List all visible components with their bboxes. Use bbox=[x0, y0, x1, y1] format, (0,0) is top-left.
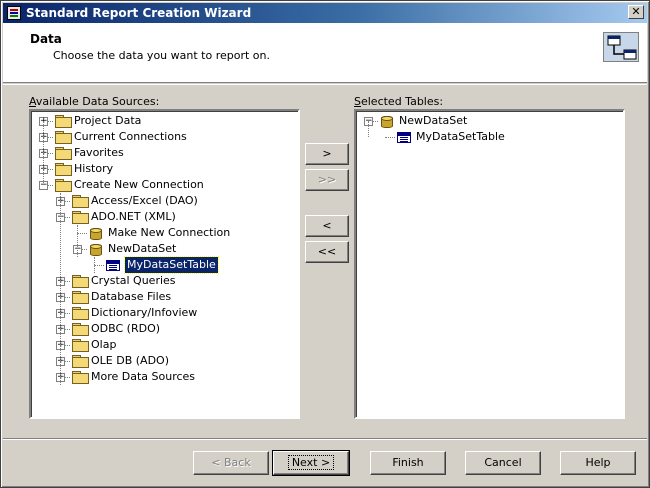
available-node[interactable]: + More Data Sources bbox=[31, 369, 298, 385]
help-button[interactable]: Help bbox=[560, 451, 636, 475]
database-icon bbox=[89, 242, 102, 256]
available-node-label: ADO.NET (XML) bbox=[91, 210, 176, 223]
available-node[interactable]: − Create New Connection bbox=[31, 177, 298, 193]
folder-icon bbox=[55, 131, 72, 144]
available-node[interactable]: + Current Connections bbox=[31, 129, 298, 145]
folder-icon bbox=[55, 115, 72, 128]
wizard-header: Data Choose the data you want to report … bbox=[3, 23, 647, 83]
header-divider bbox=[3, 84, 647, 85]
folder-icon bbox=[55, 179, 72, 192]
available-node[interactable]: − ADO.NET (XML) bbox=[31, 209, 298, 225]
available-data-sources-tree[interactable]: + Project Data + Current Connections + Favori… bbox=[29, 109, 300, 419]
remove-all-tables-button[interactable]: << bbox=[305, 241, 349, 263]
available-node[interactable]: + ODBC (RDO) bbox=[31, 321, 298, 337]
available-node-label: More Data Sources bbox=[91, 370, 196, 383]
available-node[interactable]: + Olap bbox=[31, 337, 298, 353]
folder-icon bbox=[55, 163, 72, 176]
available-node-label: MyDataSetTable bbox=[124, 256, 219, 274]
available-node-label: Project Data bbox=[74, 114, 142, 127]
database-icon bbox=[89, 226, 102, 240]
folder-icon bbox=[72, 339, 89, 352]
page-subtitle: Choose the data you want to report on. bbox=[53, 49, 270, 62]
tree-connector bbox=[94, 265, 104, 266]
cancel-button[interactable]: Cancel bbox=[465, 451, 541, 475]
available-node[interactable]: Make New Connection bbox=[31, 225, 298, 241]
page-title: Data bbox=[30, 32, 62, 46]
available-node[interactable]: + Dictionary/Infoview bbox=[31, 305, 298, 321]
available-node[interactable]: MyDataSetTable bbox=[31, 256, 298, 274]
back-button[interactable]: < Back bbox=[193, 451, 269, 475]
tree-guide-line bbox=[60, 193, 61, 385]
folder-icon bbox=[72, 323, 89, 336]
title-bar: Standard Report Creation Wizard ✕ bbox=[3, 3, 647, 23]
available-node-label: Make New Connection bbox=[108, 226, 231, 239]
available-node-label: Current Connections bbox=[74, 130, 187, 143]
available-node-label: Create New Connection bbox=[74, 178, 204, 191]
tree-guide-line bbox=[368, 121, 369, 137]
tree-guide-line bbox=[94, 257, 95, 273]
available-node[interactable]: + OLE DB (ADO) bbox=[31, 353, 298, 369]
available-node[interactable]: − NewDataSet bbox=[31, 241, 298, 257]
tree-guide-line bbox=[43, 121, 44, 185]
tree-connector bbox=[385, 137, 395, 138]
folder-icon bbox=[55, 147, 72, 160]
next-button[interactable]: Next > bbox=[272, 450, 350, 476]
folder-icon bbox=[72, 355, 89, 368]
close-button[interactable]: ✕ bbox=[628, 5, 644, 19]
window-title: Standard Report Creation Wizard bbox=[26, 6, 252, 20]
tree-connector bbox=[77, 233, 87, 234]
available-node[interactable]: + Database Files bbox=[31, 289, 298, 305]
folder-icon bbox=[72, 291, 89, 304]
selected-node[interactable]: − NewDataSet bbox=[356, 113, 623, 129]
available-node-label: Dictionary/Infoview bbox=[91, 306, 198, 319]
data-link-icon bbox=[603, 32, 639, 62]
table-icon bbox=[106, 260, 120, 271]
remove-table-button[interactable]: < bbox=[305, 215, 349, 237]
available-node[interactable]: + Project Data bbox=[31, 113, 298, 129]
finish-button[interactable]: Finish bbox=[370, 451, 446, 475]
available-node[interactable]: + Access/Excel (DAO) bbox=[31, 193, 298, 209]
folder-icon bbox=[72, 307, 89, 320]
folder-icon bbox=[72, 371, 89, 384]
available-node-label: Crystal Queries bbox=[91, 274, 176, 287]
report-app-icon bbox=[7, 6, 21, 20]
table-icon bbox=[397, 132, 411, 143]
available-node-label: Olap bbox=[91, 338, 117, 351]
available-node[interactable]: + Crystal Queries bbox=[31, 273, 298, 289]
available-node[interactable]: + History bbox=[31, 161, 298, 177]
available-node-label: Database Files bbox=[91, 290, 172, 303]
add-all-tables-button[interactable]: >> bbox=[305, 169, 349, 191]
selected-node-label: NewDataSet bbox=[399, 114, 468, 127]
wizard-window: Standard Report Creation Wizard ✕ Data C… bbox=[0, 0, 650, 488]
folder-icon bbox=[72, 195, 89, 208]
available-node[interactable]: + Favorites bbox=[31, 145, 298, 161]
available-node-label: ODBC (RDO) bbox=[91, 322, 161, 335]
add-table-button[interactable]: > bbox=[305, 143, 349, 165]
database-icon bbox=[380, 114, 393, 128]
tree-guide-line bbox=[77, 225, 78, 257]
selected-node[interactable]: MyDataSetTable bbox=[356, 129, 623, 145]
selected-tables-label: Selected Tables: bbox=[354, 95, 444, 108]
selected-tables-tree[interactable]: − NewDataSet MyDataSetTable bbox=[354, 109, 625, 419]
available-node-label: History bbox=[74, 162, 114, 175]
selected-node-label: MyDataSetTable bbox=[416, 130, 505, 143]
data-link-icon-graphic bbox=[607, 35, 637, 60]
available-node-label: OLE DB (ADO) bbox=[91, 354, 169, 367]
folder-icon bbox=[72, 275, 89, 288]
available-node-label: Access/Excel (DAO) bbox=[91, 194, 198, 207]
available-node-label: NewDataSet bbox=[108, 242, 177, 255]
available-sources-label: Available Data Sources: bbox=[29, 95, 160, 108]
footer-divider-highlight bbox=[3, 439, 647, 440]
available-node-label: Favorites bbox=[74, 146, 124, 159]
folder-icon bbox=[72, 211, 89, 224]
